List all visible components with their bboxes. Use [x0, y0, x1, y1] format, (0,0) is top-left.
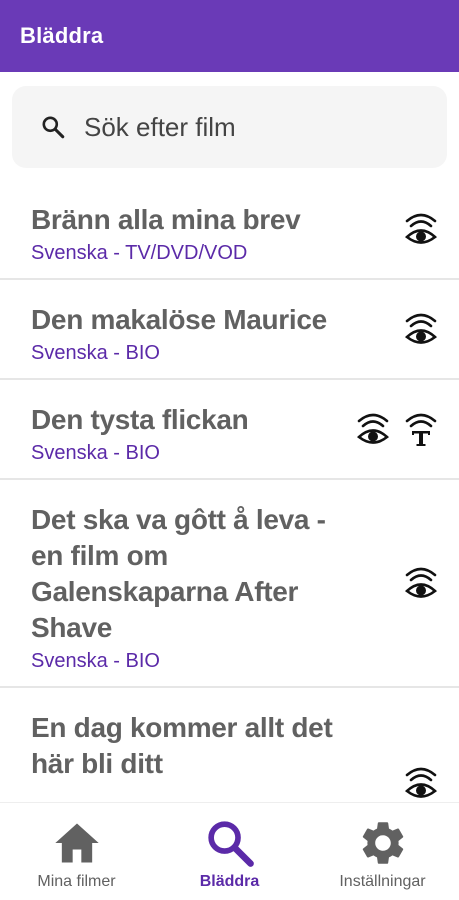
visual-interpretation-icon: [404, 767, 438, 798]
app-bar: Bläddra: [0, 0, 459, 72]
film-symbols: [403, 762, 439, 802]
search-icon: [42, 116, 65, 139]
app-bar-title: Bläddra: [20, 23, 104, 48]
nav-label: Bläddra: [199, 873, 260, 890]
film-subtitle: Svenska - BIO: [31, 650, 160, 672]
home-icon: [54, 823, 99, 863]
bottom-navigation: Mina filmer Bläddra Inställningar: [0, 802, 459, 900]
film-list[interactable]: Bränn alla mina brev Svenska - TV/DVD/VO…: [0, 180, 459, 802]
text-interpretation-icon: [405, 413, 437, 446]
visual-interpretation-icon: [404, 313, 438, 344]
visual-interpretation-icon: [356, 413, 390, 444]
nav-item-mina-filmer[interactable]: Mina filmer: [0, 803, 153, 900]
search-icon: [207, 821, 254, 867]
film-symbols: [403, 562, 439, 604]
nav-label: Mina filmer: [37, 873, 116, 890]
film-row[interactable]: Det ska va gôtt å leva - en film om Gale…: [0, 480, 459, 688]
film-row[interactable]: Den makalöse Maurice Svenska - BIO: [0, 280, 459, 380]
film-title: Den tysta flickan: [31, 404, 249, 435]
gear-icon: [362, 822, 403, 864]
film-subtitle: Svenska - BIO: [31, 342, 160, 364]
visual-interpretation-icon: [404, 567, 438, 598]
film-row[interactable]: Bränn alla mina brev Svenska - TV/DVD/VO…: [0, 180, 459, 280]
search-bar[interactable]: [12, 86, 447, 168]
nav-label: Inställningar: [339, 873, 426, 890]
film-symbols: [403, 208, 439, 250]
film-title: Bränn alla mina brev: [31, 204, 301, 235]
film-row[interactable]: En dag kommer allt det här bli ditt: [0, 688, 459, 798]
nav-item-installningar[interactable]: Inställningar: [306, 803, 459, 900]
film-title: Det ska va gôtt å leva - en film om Gale…: [31, 504, 326, 643]
search-input[interactable]: [84, 111, 404, 143]
nav-item-bladdra[interactable]: Bläddra: [153, 803, 306, 900]
visual-interpretation-icon: [404, 213, 438, 244]
film-title: En dag kommer allt det här bli ditt: [31, 712, 333, 779]
film-symbols: [403, 308, 439, 350]
film-row[interactable]: Den tysta flickan Svenska - BIO: [0, 380, 459, 480]
film-symbols: [355, 408, 439, 450]
film-subtitle: Svenska - TV/DVD/VOD: [31, 242, 248, 264]
film-title: Den makalöse Maurice: [31, 304, 327, 335]
